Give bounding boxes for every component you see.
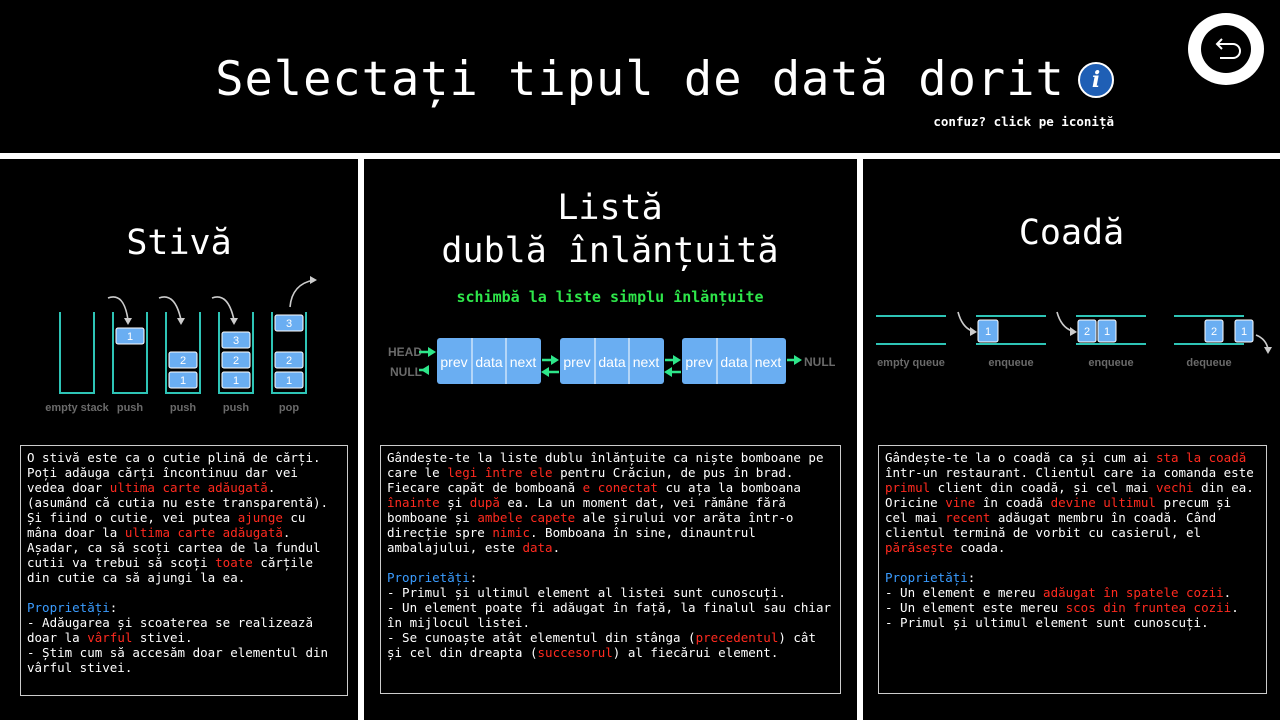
svg-text:1: 1 (233, 375, 239, 387)
stack-label-push-1: push (117, 402, 144, 414)
svg-text:prev: prev (685, 354, 712, 370)
list-title[interactable]: Listă dublă înlănțuită (364, 187, 856, 273)
stack-title[interactable]: Stivă (0, 222, 358, 265)
svg-text:data: data (475, 354, 502, 370)
svg-text:1: 1 (1241, 326, 1247, 338)
svg-text:1: 1 (180, 375, 186, 387)
stack-label-pop: pop (279, 402, 299, 414)
queue-label-dequeue: dequeue (1186, 357, 1231, 369)
svg-text:2: 2 (1211, 326, 1217, 338)
svg-text:2: 2 (180, 355, 186, 367)
svg-text:next: next (510, 354, 537, 370)
queue-label-enqueue-2: enqueue (1088, 357, 1133, 369)
svg-text:2: 2 (233, 355, 239, 367)
stack-description: O stivă este ca o cutie plină de cărți. … (20, 445, 348, 696)
svg-text:1: 1 (1104, 326, 1110, 338)
stack-diagram: 1 21 321 321 empty stack push push push … (45, 276, 317, 414)
back-button[interactable] (1188, 13, 1264, 85)
svg-text:prev: prev (563, 354, 590, 370)
svg-text:1: 1 (985, 326, 991, 338)
list-head-label: HEAD (388, 345, 422, 359)
queue-description: Gândește-te la o coadă ca și cum ai sta … (878, 445, 1267, 694)
stack-label-push-2: push (170, 402, 197, 414)
svg-text:1: 1 (127, 331, 133, 343)
list-null-right: NULL (804, 355, 835, 369)
help-hint: confuz? click pe iconiță (933, 114, 1114, 129)
svg-text:1: 1 (286, 375, 292, 387)
svg-text:2: 2 (286, 355, 292, 367)
svg-text:data: data (598, 354, 625, 370)
svg-text:3: 3 (233, 335, 239, 347)
header-divider (0, 153, 1280, 159)
switch-to-singly-linked-link[interactable]: schimbă la liste simplu înlănțuite (364, 288, 856, 306)
svg-text:3: 3 (286, 318, 292, 330)
queue-label-enqueue-1: enqueue (988, 357, 1033, 369)
svg-text:prev: prev (440, 354, 467, 370)
svg-text:next: next (755, 354, 782, 370)
queue-title[interactable]: Coadă (863, 212, 1280, 255)
svg-text:next: next (633, 354, 660, 370)
svg-text:data: data (720, 354, 747, 370)
queue-diagram: 1 2 1 2 1 empty queue enqueue enqueue dequ… (876, 311, 1272, 369)
svg-text:2: 2 (1084, 326, 1090, 338)
queue-label-empty: empty queue (877, 357, 945, 369)
stack-label-empty: empty stack (45, 402, 109, 414)
list-diagram: HEAD NULL NULL prev data next prev data next… (388, 338, 835, 384)
stack-label-push-3: push (223, 402, 250, 414)
info-icon[interactable]: i (1078, 62, 1114, 98)
back-arrow-icon (1201, 25, 1251, 73)
list-null-left: NULL (390, 365, 422, 379)
list-description: Gândește-te la liste dublu înlănțuite ca… (380, 445, 841, 694)
